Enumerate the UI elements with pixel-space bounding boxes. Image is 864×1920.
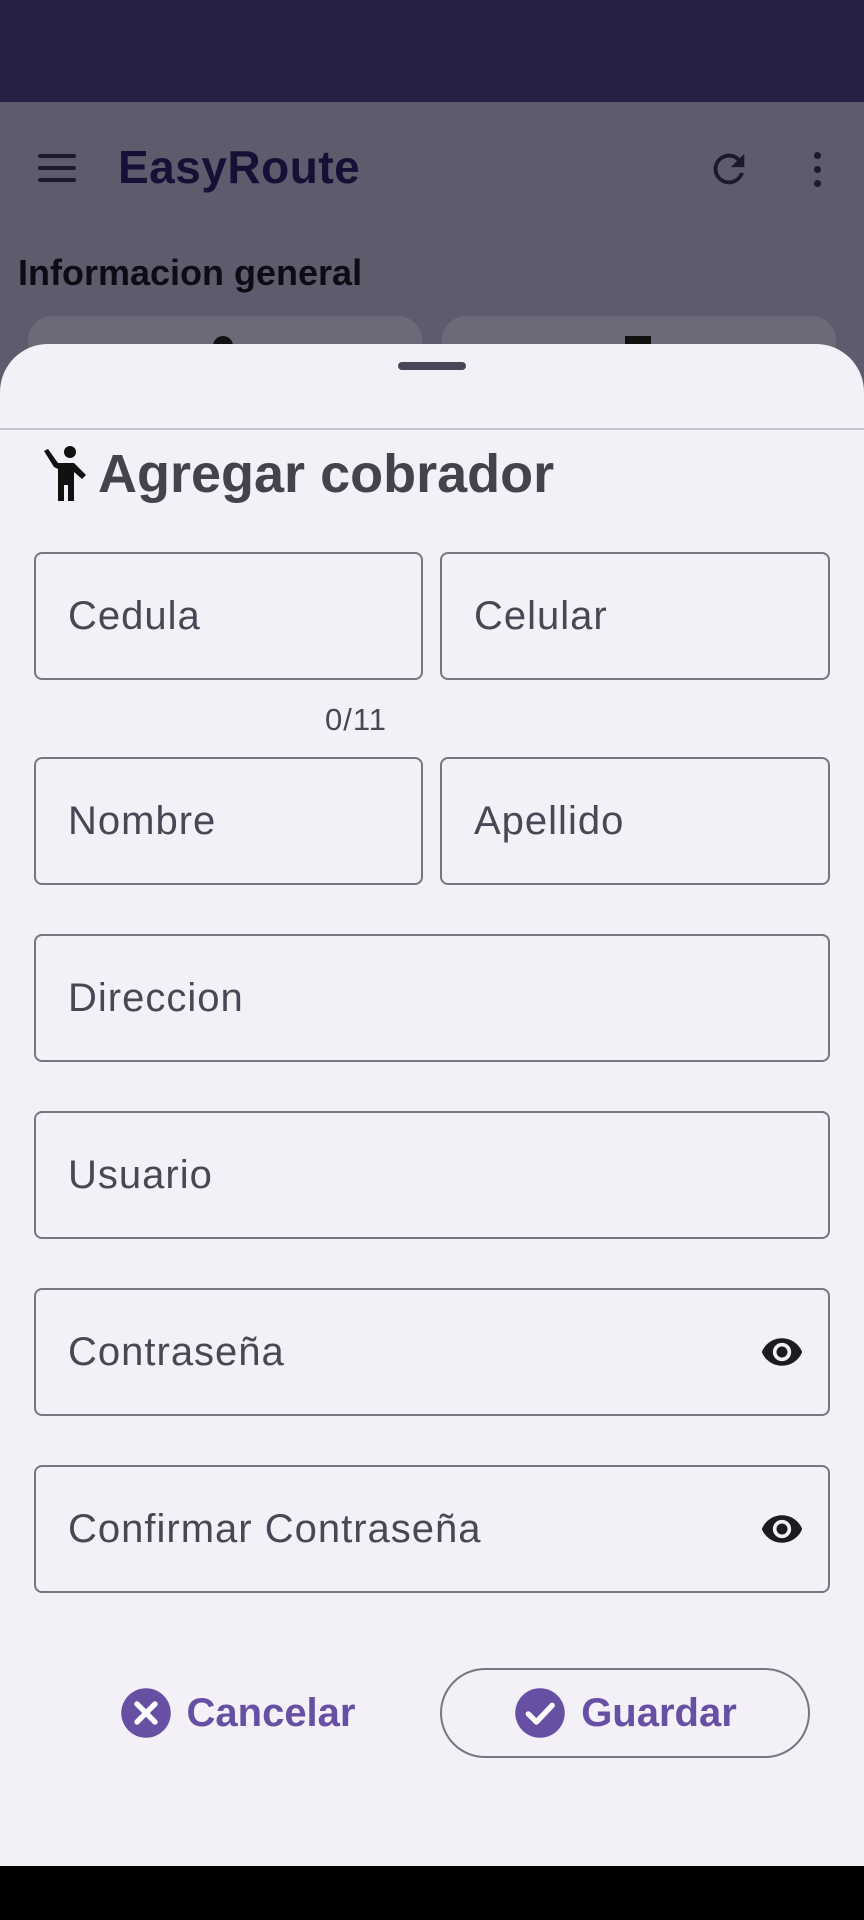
- celular-placeholder: Celular: [474, 594, 608, 638]
- apellido-field[interactable]: Apellido: [440, 757, 830, 885]
- check-circle-icon: [515, 1688, 565, 1738]
- cancel-button[interactable]: Cancelar: [102, 1668, 372, 1758]
- apellido-placeholder: Apellido: [474, 799, 625, 843]
- sheet-header: Agregar cobrador: [42, 442, 554, 506]
- system-nav-bar: [0, 1866, 864, 1920]
- usuario-field[interactable]: Usuario: [34, 1111, 830, 1239]
- bottom-sheet: Agregar cobrador Cedula Celular 0/11 Nom…: [0, 344, 864, 1866]
- cancel-label: Cancelar: [186, 1690, 356, 1735]
- password-field[interactable]: Contraseña: [34, 1288, 830, 1416]
- refresh-icon[interactable]: [706, 146, 752, 192]
- close-circle-icon: [120, 1688, 171, 1738]
- direccion-field[interactable]: Direccion: [34, 934, 830, 1062]
- app-title: EasyRoute: [118, 141, 361, 193]
- save-button[interactable]: Guardar: [440, 1668, 810, 1758]
- eye-icon[interactable]: [758, 1330, 806, 1374]
- sheet-title: Agregar cobrador: [98, 444, 555, 504]
- person-raised-hand-icon: [44, 446, 86, 501]
- save-label: Guardar: [581, 1690, 737, 1735]
- password-placeholder: Contraseña: [68, 1330, 285, 1374]
- section-title: Informacion general: [18, 252, 363, 293]
- celular-field[interactable]: Celular: [440, 552, 830, 680]
- divider: [0, 428, 864, 430]
- cedula-char-counter: 0/11: [325, 702, 388, 737]
- cedula-placeholder: Cedula: [68, 594, 201, 638]
- status-bar: [0, 0, 864, 102]
- drag-handle[interactable]: [398, 362, 466, 370]
- cedula-field[interactable]: Cedula: [34, 552, 423, 680]
- app-bar: EasyRoute: [0, 102, 864, 232]
- usuario-placeholder: Usuario: [68, 1153, 213, 1197]
- confirm-password-field[interactable]: Confirmar Contraseña: [34, 1465, 830, 1593]
- direccion-placeholder: Direccion: [68, 976, 244, 1020]
- more-vert-icon[interactable]: [800, 146, 836, 192]
- menu-icon[interactable]: [34, 150, 82, 186]
- eye-icon[interactable]: [758, 1507, 806, 1551]
- confirm-password-placeholder: Confirmar Contraseña: [68, 1507, 482, 1551]
- nombre-field[interactable]: Nombre: [34, 757, 423, 885]
- nombre-placeholder: Nombre: [68, 799, 217, 843]
